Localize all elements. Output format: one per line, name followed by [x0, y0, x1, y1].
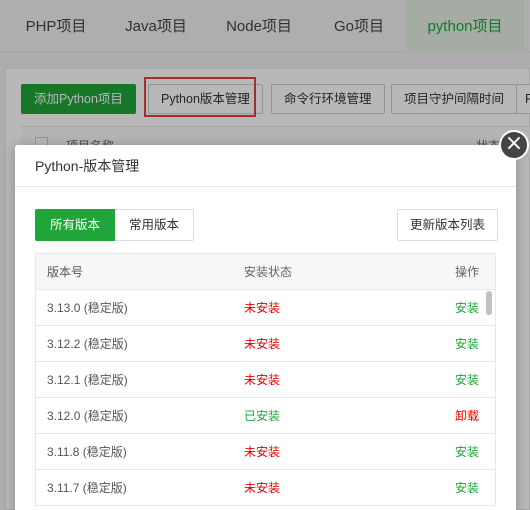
- modal-title: Python-版本管理: [15, 145, 516, 187]
- version-number: 3.12.2 (稳定版): [47, 337, 128, 351]
- install-link[interactable]: 安装: [455, 290, 479, 326]
- close-icon[interactable]: ×: [499, 130, 529, 160]
- install-link[interactable]: 安装: [455, 326, 479, 362]
- version-table: 版本号 安装状态 操作 3.13.0 (稳定版) 未安装 安装 3.12.2 (…: [35, 253, 496, 506]
- table-row: 3.11.8 (稳定版) 未安装 安装: [36, 434, 495, 470]
- version-number: 3.12.0 (稳定版): [47, 409, 128, 423]
- version-number: 3.11.7 (稳定版): [47, 481, 127, 495]
- table-scrollbar[interactable]: [486, 291, 492, 315]
- version-filter: 所有版本 常用版本: [35, 209, 195, 241]
- install-status: 未安装: [244, 373, 281, 387]
- uninstall-link[interactable]: 卸载: [455, 398, 479, 434]
- version-number: 3.12.1 (稳定版): [47, 373, 128, 387]
- install-status: 已安装: [244, 409, 281, 423]
- column-action: 操作: [454, 265, 479, 279]
- table-row: 3.12.2 (稳定版) 未安装 安装: [36, 326, 495, 362]
- python-version-modal: Python-版本管理 所有版本 常用版本 更新版本列表 版本号 安装状态 操作…: [15, 145, 516, 510]
- version-number: 3.13.0 (稳定版): [47, 301, 128, 315]
- install-link[interactable]: 安装: [455, 434, 479, 470]
- install-status: 未安装: [244, 301, 281, 315]
- install-status: 未安装: [244, 481, 281, 495]
- version-number: 3.11.8 (稳定版): [47, 445, 127, 459]
- filter-common-versions-button[interactable]: 常用版本: [115, 209, 195, 241]
- table-row: 3.11.7 (稳定版) 未安装 安装: [36, 470, 495, 506]
- table-row: 3.13.0 (稳定版) 未安装 安装: [36, 290, 495, 326]
- install-link[interactable]: 安装: [455, 470, 479, 506]
- table-row: 3.12.0 (稳定版) 已安装 卸载: [36, 398, 495, 434]
- install-link[interactable]: 安装: [455, 362, 479, 398]
- filter-all-versions-button[interactable]: 所有版本: [35, 209, 116, 241]
- column-install-status: 安装状态: [244, 265, 293, 279]
- table-row: 3.12.1 (稳定版) 未安装 安装: [36, 362, 495, 398]
- refresh-version-list-button[interactable]: 更新版本列表: [397, 209, 499, 241]
- install-status: 未安装: [244, 445, 281, 459]
- column-version: 版本号: [47, 265, 84, 279]
- install-status: 未安装: [244, 337, 281, 351]
- version-table-header: 版本号 安装状态 操作: [36, 254, 495, 290]
